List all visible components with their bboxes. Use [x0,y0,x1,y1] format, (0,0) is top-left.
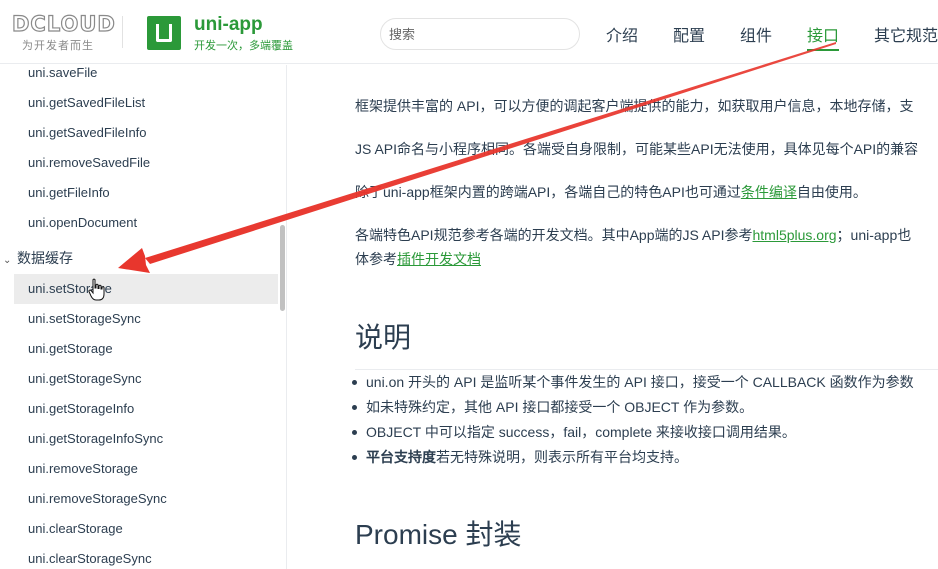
nav-item-other-specs[interactable]: 其它规范 [874,22,938,46]
sidebar-item[interactable]: uni.setStorageSync [14,304,278,334]
sidebar-item[interactable]: uni.removeSavedFile [14,148,278,178]
list-item: 平台支持度若无特殊说明，则表示所有平台均支持。 [352,446,688,468]
page: DCLOUD 为开发者而生 uni-app 开发一次，多端覆盖 介绍 配置 组件… [0,0,938,569]
sidebar-item-active[interactable]: uni.setStorage [14,274,278,304]
divider [355,369,938,370]
sidebar-item[interactable]: uni.openDocument [14,208,278,238]
hand-cursor-icon [88,278,105,301]
sidebar-item[interactable]: uni.removeStorageSync [14,484,278,514]
paragraph: 框架提供丰富的 API，可以方便的调起客户端提供的能力，如获取用户信息，本地存储… [355,98,914,114]
sidebar-item[interactable]: uni.getSavedFileInfo [14,118,278,148]
conditional-compile-link[interactable]: 条件编译 [741,184,797,200]
uniapp-logo-icon[interactable] [147,16,181,50]
list-item: 如未特殊约定，其他 API 接口都接受一个 OBJECT 作为参数。 [352,396,753,418]
sidebar: uni.saveFile uni.getSavedFileList uni.ge… [0,65,287,569]
dcloud-slogan: 为开发者而生 [22,40,94,52]
sidebar-item[interactable]: uni.getStorageInfoSync [14,424,278,454]
uniapp-name[interactable]: uni-app [194,14,263,36]
sidebar-item[interactable]: uni.getFileInfo [14,178,278,208]
sidebar-item[interactable]: uni.clearStorage [14,514,278,544]
list-item: OBJECT 中可以指定 success，fail，complete 来接收接口… [352,421,796,443]
plugin-dev-docs-link[interactable]: 插件开发文档 [397,251,481,267]
sidebar-group-label: 数据缓存 [17,250,73,266]
paragraph: 各端特色API规范参考各端的开发文档。其中App端的JS API参考html5p… [355,227,912,243]
sidebar-item[interactable]: uni.removeStorage [14,454,278,484]
nav-item-config[interactable]: 配置 [673,22,705,46]
dcloud-logo[interactable]: DCLOUD 为开发者而生 [11,11,115,52]
main-content: 框架提供丰富的 API，可以方便的调起客户端提供的能力，如获取用户信息，本地存储… [288,65,938,569]
sidebar-item[interactable]: uni.clearStorageSync [14,544,278,569]
dcloud-logo-text: DCLOUD [11,11,116,36]
section-heading-promise: Promise 封装 [355,519,522,550]
sidebar-item[interactable]: uni.saveFile [14,65,278,88]
sidebar-group-data-cache[interactable]: ⌄ 数据缓存 [3,246,73,270]
html5plus-link[interactable]: html5plus.org [753,227,837,243]
nav-item-components[interactable]: 组件 [740,22,772,46]
top-header: DCLOUD 为开发者而生 uni-app 开发一次，多端覆盖 介绍 配置 组件… [0,0,938,64]
sidebar-scrollbar[interactable] [280,225,285,311]
paragraph: 除了uni-app框架内置的跨端API，各端自己的特色API也可通过条件编译自由… [355,184,867,200]
uniapp-slogan: 开发一次，多端覆盖 [194,40,293,52]
nav-item-intro[interactable]: 介绍 [606,22,638,46]
paragraph: 体参考插件开发文档 [355,251,481,267]
header-divider [122,16,123,48]
list-item: uni.on 开头的 API 是监听某个事件发生的 API 接口，接受一个 CA… [352,371,914,393]
sidebar-item[interactable]: uni.getStorage [14,334,278,364]
paragraph: JS API命名与小程序相同。各端受自身限制，可能某些API无法使用，具体见每个… [355,141,919,157]
search-input[interactable] [380,18,580,50]
sidebar-item[interactable]: uni.getSavedFileList [14,88,278,118]
sidebar-item[interactable]: uni.getStorageSync [14,364,278,394]
chevron-down-icon: ⌄ [3,255,12,266]
nav-item-api[interactable]: 接口 [807,22,840,51]
sidebar-item[interactable]: uni.getStorageInfo [14,394,278,424]
section-heading-explain: 说明 [355,322,412,353]
